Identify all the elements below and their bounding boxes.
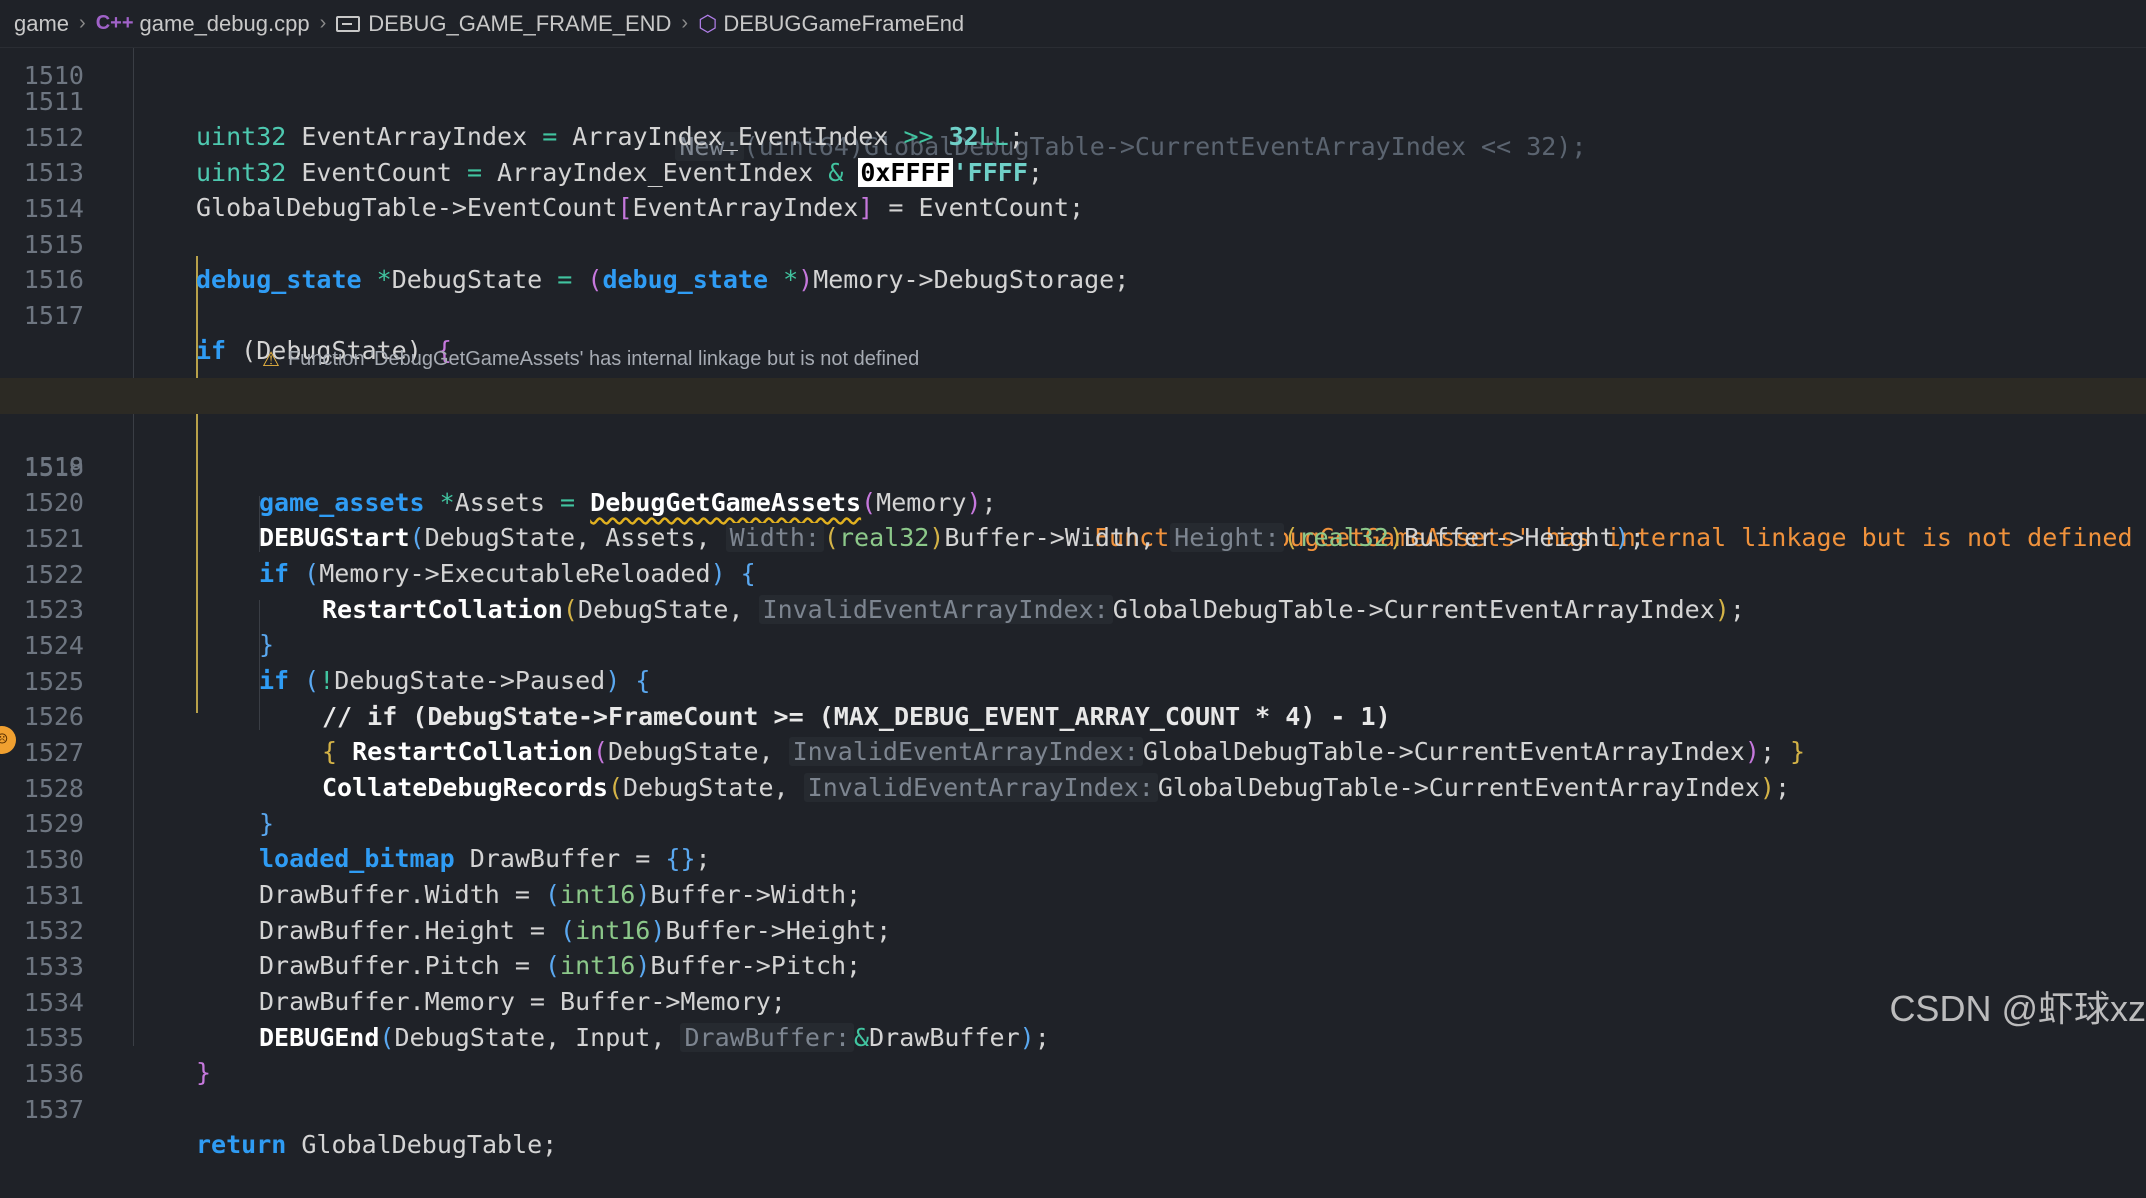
code-editor[interactable]: 1510 New: (uint64)GlobalDebugTable->Curre… bbox=[0, 34, 2146, 1159]
breadcrumb-root[interactable]: game bbox=[14, 11, 69, 37]
chevron-right-icon: › bbox=[79, 12, 86, 34]
inline-warning-hint: ⚠ Function 'DebugGetGameAssets' has inte… bbox=[262, 348, 920, 371]
code-line-1532[interactable]: 1532 DrawBuffer.Pitch = (int16)Buffer->P… bbox=[0, 877, 2146, 981]
code-line-1531[interactable]: 1531 DrawBuffer.Height = (int16)Buffer->… bbox=[0, 842, 2146, 946]
code-line-1519[interactable]: 1519 bbox=[0, 414, 2146, 482]
code-line-1530[interactable]: 1530 DrawBuffer.Width = (int16)Buffer->W… bbox=[0, 806, 2146, 910]
code-line-1535[interactable]: 1535 } bbox=[0, 984, 2146, 1088]
warning-icon: ⚠ bbox=[262, 349, 280, 371]
breadcrumb-file[interactable]: C++ game_debug.cpp bbox=[96, 11, 310, 37]
code-line-1521[interactable]: 1521 if (Memory->ExecutableReloaded) { bbox=[0, 485, 2146, 589]
function-cube-icon: ⬡ bbox=[698, 10, 718, 36]
code-line-1523[interactable]: 1523 } bbox=[0, 556, 2146, 660]
code-line-1536[interactable]: 1536 bbox=[0, 1020, 2146, 1088]
code-line-1514[interactable]: 1514 bbox=[0, 155, 2146, 223]
breadcrumb-macro[interactable]: DEBUG_GAME_FRAME_END bbox=[336, 11, 671, 37]
code-line-1528[interactable]: 1528 } bbox=[0, 735, 2146, 839]
code-line-1526[interactable]: 1526 { RestartCollation(DebugState, Inva… bbox=[0, 663, 2146, 767]
chevron-right-icon: › bbox=[681, 12, 689, 34]
chevron-right-icon: › bbox=[319, 12, 327, 34]
code-line-1520[interactable]: 1520 DEBUGStart(DebugState, Assets, Widt… bbox=[0, 449, 2146, 553]
code-line-1512[interactable]: 1512 uint32 EventCount = ArrayIndex_Even… bbox=[0, 84, 2146, 188]
code-line-1529[interactable]: 1529 loaded_bitmap DrawBuffer = {}; bbox=[0, 770, 2146, 874]
breadcrumb: game › C++ game_debug.cpp › DEBUG_GAME_F… bbox=[0, 0, 2146, 48]
code-line-1516[interactable]: 1516 bbox=[0, 226, 2146, 294]
code-line-1533[interactable]: 1533 DrawBuffer.Memory = Buffer->Memory; bbox=[0, 913, 2146, 1017]
code-line-1518[interactable]: ☹ 1518 game_assets *Assets = DebugGetGam… bbox=[0, 378, 2146, 754]
breadcrumb-function[interactable]: ⬡ DEBUGGameFrameEnd bbox=[698, 11, 964, 37]
code-line-1534[interactable]: 1534 DEBUGEnd(DebugState, Input, DrawBuf… bbox=[0, 949, 2146, 1053]
code-line-1515[interactable]: 1515 debug_state *DebugState = (debug_st… bbox=[0, 191, 2146, 295]
code-line-1525[interactable]: 1525 // if (DebugState->FrameCount >= (M… bbox=[0, 628, 2146, 732]
code-line-1527[interactable]: 1527 CollateDebugRecords(DebugState, Inv… bbox=[0, 699, 2146, 803]
code-line-1511[interactable]: 1511 uint32 EventArrayIndex = ArrayIndex… bbox=[0, 48, 2146, 152]
macro-icon bbox=[336, 15, 361, 32]
code-line-1522[interactable]: 1522 RestartCollation(DebugState, Invali… bbox=[0, 521, 2146, 625]
watermark: CSDN @虾球xz bbox=[1889, 988, 2146, 1029]
code-line-1537[interactable]: 1537 return GlobalDebugTable; bbox=[0, 1056, 2146, 1160]
code-line-1517[interactable]: 1517 if (DebugState) { bbox=[0, 262, 2146, 366]
cpp-file-icon: C++ bbox=[95, 12, 134, 34]
code-line-1513[interactable]: 1513 GlobalDebugTable->EventCount[EventA… bbox=[0, 119, 2146, 223]
code-line-1524[interactable]: 1524 if (!DebugState->Paused) { bbox=[0, 592, 2146, 696]
